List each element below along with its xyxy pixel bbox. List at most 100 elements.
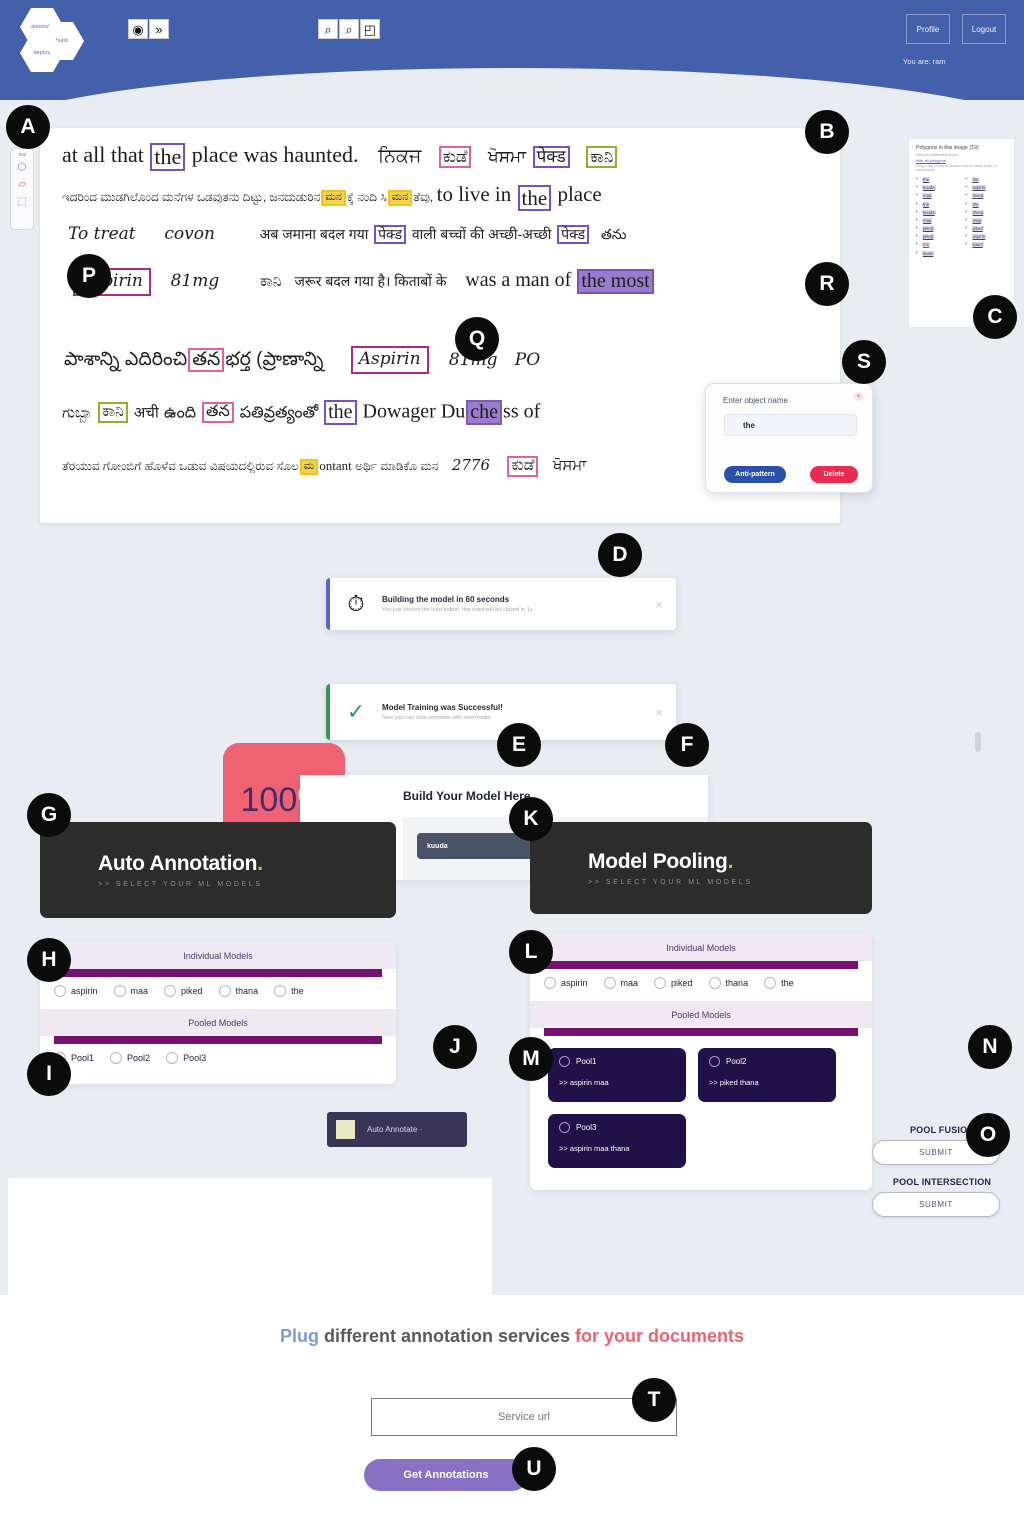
pool-card-members: >> aspirin maa (559, 1078, 609, 1087)
model-option-thana[interactable]: thana (218, 985, 258, 997)
model-option-piked[interactable]: piked (164, 985, 203, 997)
annotation-box-maa-1[interactable]: ಮನ (321, 190, 346, 206)
pool-card[interactable]: Pool3 >> aspirin maa thana (548, 1114, 686, 1168)
polygon-list-item[interactable]: piked (916, 225, 958, 232)
model-option-aspirin[interactable]: aspirin (54, 985, 98, 997)
radio-icon[interactable] (764, 977, 777, 989)
polygon-list-item[interactable]: piked (966, 225, 1008, 232)
annotation-box-the-2[interactable]: the (517, 184, 552, 211)
zoom-out-icon[interactable]: ⌕ (339, 19, 359, 39)
model-option-the[interactable]: the (274, 985, 304, 997)
pool-intersection-submit-button[interactable]: SUBMIT (872, 1192, 1000, 1217)
radio-icon[interactable] (544, 977, 556, 989)
annotation-box-tana-1[interactable]: తన (188, 347, 225, 372)
model-option-maa[interactable]: maa (113, 985, 148, 997)
eraser-tool-icon[interactable]: ▱ (16, 178, 29, 191)
radio-icon[interactable] (113, 985, 126, 997)
radio-icon[interactable] (54, 985, 66, 997)
pooling-model-option-piked[interactable]: piked (654, 977, 693, 989)
radio-icon[interactable] (164, 985, 177, 997)
annotation-box-pekd-2[interactable]: पेक्ड (374, 225, 407, 244)
pooling-model-option-the[interactable]: the (764, 977, 794, 989)
pooling-model-option-maa[interactable]: maa (603, 977, 638, 989)
radio-icon[interactable] (274, 985, 287, 997)
doc-text: was a man of (465, 269, 577, 292)
close-icon[interactable]: × (642, 597, 676, 612)
annotation-box-kuuda[interactable]: ಕುಡೆ (438, 146, 472, 168)
service-url-input[interactable] (371, 1398, 677, 1436)
polygon-list-item[interactable]: aspirin (966, 233, 1008, 240)
hide-all-polygons-link[interactable]: hide all polygons (916, 158, 1007, 163)
polygon-list-item[interactable]: kaani (966, 241, 1008, 248)
pooling-individual-radio-group[interactable]: aspirin maa piked thana the (530, 969, 872, 1001)
polygon-list-item[interactable]: the (916, 241, 958, 248)
close-icon[interactable]: × (642, 705, 676, 720)
polygon-list-item[interactable]: thana (966, 209, 1008, 215)
polygon-list-item[interactable]: kuuda (916, 209, 958, 215)
annotation-box-pekd-3[interactable]: पेक्ड (557, 225, 590, 244)
polygon-list-item[interactable]: the (916, 201, 958, 207)
radio-icon[interactable] (654, 977, 667, 989)
app-logo[interactable]: annotate build deploy (18, 8, 98, 72)
radio-icon[interactable] (708, 977, 721, 989)
auto-annotate-button[interactable]: Auto Annotate · (327, 1112, 467, 1147)
individual-models-radio-group[interactable]: aspirin maa piked thana the (40, 977, 396, 1009)
annotation-box-aspirin-2[interactable]: Aspirin (350, 346, 429, 374)
profile-button[interactable]: Profile (906, 14, 950, 44)
delete-button[interactable]: Delete (810, 466, 858, 483)
annotation-box-kuuda-2[interactable]: ಕುಡೆ (507, 456, 539, 478)
polygon-list-item[interactable]: aspirin (966, 184, 1008, 191)
pooled-models-radio-group[interactable]: Pool1 Pool2 Pool3 (40, 1044, 396, 1084)
pooling-model-option-thana[interactable]: thana (708, 977, 748, 989)
get-annotations-button[interactable]: Get Annotations (364, 1459, 528, 1491)
annotation-box-the-3[interactable]: the (324, 400, 357, 425)
pooling-model-option-aspirin[interactable]: aspirin (544, 977, 588, 989)
polygon-list-item[interactable]: the (916, 176, 958, 182)
annotation-box-kaani[interactable]: ಕಾನಿ (586, 146, 618, 168)
annotation-box-the-most[interactable]: the most (577, 269, 654, 295)
fit-screen-icon[interactable]: ◰ (360, 19, 380, 39)
pool-card[interactable]: Pool1 >> aspirin maa (548, 1048, 686, 1102)
pool-card[interactable]: Pool2 >> piked thana (698, 1048, 836, 1102)
polygon-list-item[interactable]: piked (916, 233, 958, 240)
annotation-box-tana-2[interactable]: తన (202, 402, 234, 423)
pool-option-pool2[interactable]: Pool2 (110, 1052, 150, 1064)
radio-icon[interactable] (559, 1122, 570, 1133)
pool-option-pool3[interactable]: Pool3 (166, 1052, 206, 1064)
pool-card-name: Pool3 (576, 1123, 597, 1132)
radio-icon[interactable] (709, 1056, 720, 1067)
annotation-box-kaani-2[interactable]: ಕಾನಿ (98, 402, 128, 423)
resize-tool-icon[interactable]: ⬚ (16, 195, 29, 208)
polygon-list-item[interactable]: thana (966, 192, 1008, 199)
annotation-box-the[interactable]: the (150, 143, 186, 171)
logout-button[interactable]: Logout (962, 14, 1006, 44)
marker-h: H (27, 938, 71, 982)
polygon-list-item[interactable]: kuuda (916, 184, 958, 191)
fast-forward-icon[interactable]: » (149, 19, 169, 39)
polygon-list-item[interactable]: maa (916, 192, 958, 199)
record-icon[interactable]: ◉ (128, 19, 148, 39)
doc-text: ਖੋਸਮਾ (552, 457, 587, 474)
radio-icon[interactable] (218, 985, 231, 997)
polygon-tool-icon[interactable]: ⬡ (16, 161, 29, 174)
polygon-list-item[interactable]: the (966, 176, 1008, 182)
close-icon[interactable]: × (854, 392, 863, 401)
polygon-list-item[interactable]: the (966, 201, 1008, 207)
zoom-in-icon[interactable]: ⌕ (318, 19, 338, 39)
radio-icon[interactable] (559, 1056, 570, 1067)
radio-icon[interactable] (166, 1052, 179, 1064)
empty-results-card (8, 1178, 492, 1296)
anti-pattern-button[interactable]: Anti-pattern (724, 466, 786, 483)
scrollbar-thumb[interactable] (975, 732, 981, 752)
annotation-box-pekd[interactable]: पेक्ड (532, 146, 570, 168)
annotation-box-che[interactable]: che (466, 400, 503, 425)
marker-u: U (512, 1447, 556, 1491)
polygon-list-item[interactable]: maa (916, 217, 958, 223)
annotation-box-maa-2[interactable]: ಮನ (387, 190, 413, 206)
polygon-list-item[interactable]: maa (966, 217, 1008, 223)
polygon-list-item[interactable]: kaani (916, 250, 958, 256)
annotation-box-maa-3[interactable]: ಮ (299, 459, 319, 475)
object-name-input[interactable] (724, 414, 857, 436)
radio-icon[interactable] (603, 977, 616, 989)
radio-icon[interactable] (110, 1052, 123, 1064)
